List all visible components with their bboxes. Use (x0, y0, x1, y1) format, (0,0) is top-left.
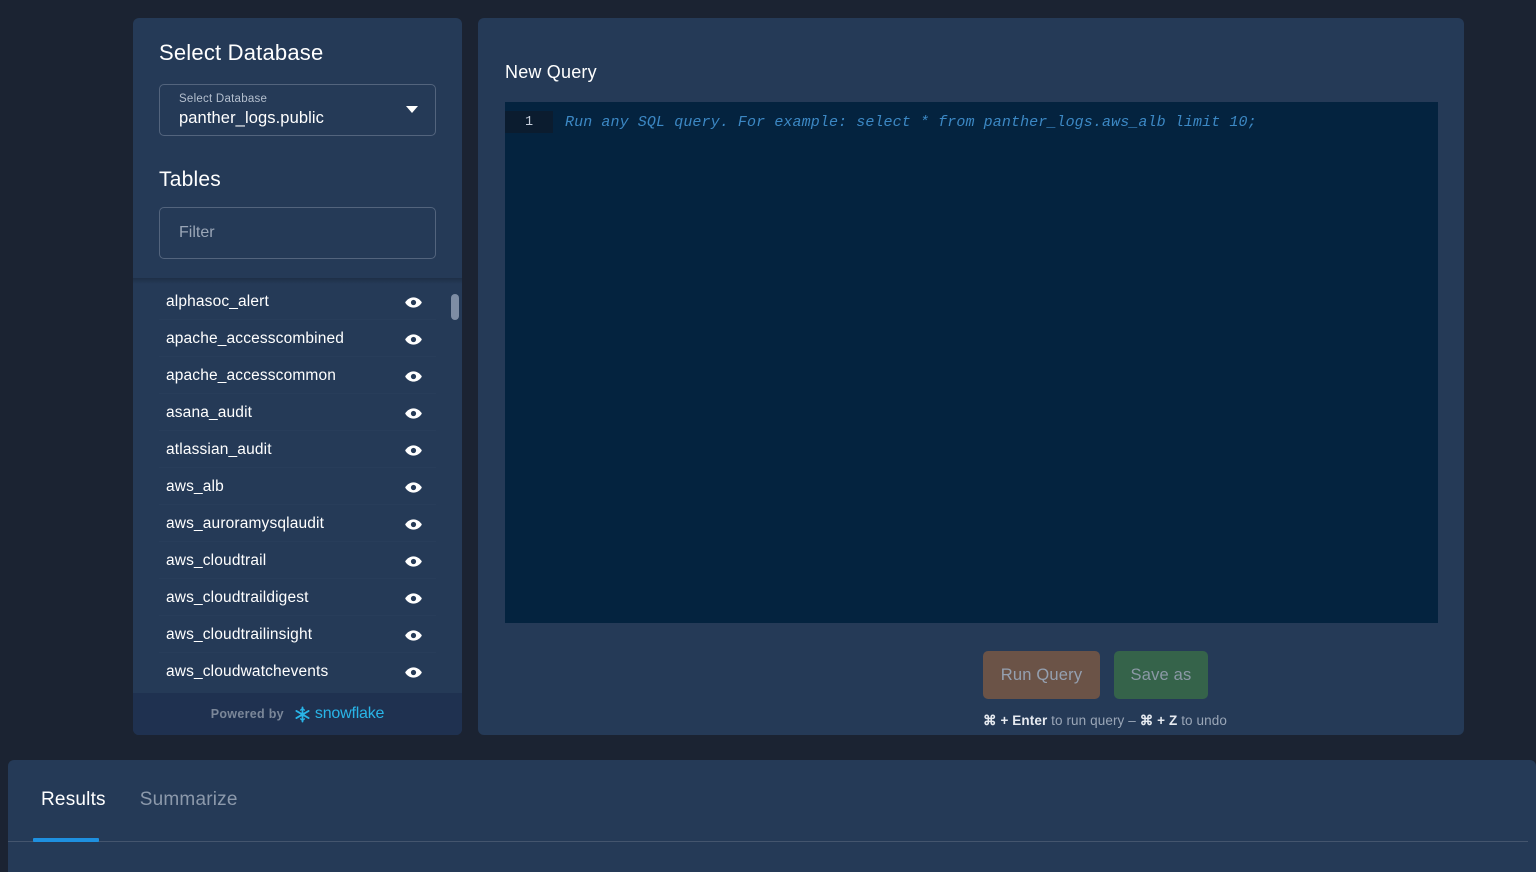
table-name: aws_alb (159, 478, 224, 496)
eye-icon (404, 330, 423, 349)
eye-icon (404, 404, 423, 423)
table-row[interactable]: asana_audit (159, 395, 436, 432)
preview-table-button[interactable] (403, 551, 423, 571)
table-name: asana_audit (159, 404, 252, 422)
table-row[interactable]: apache_accesscombined (159, 321, 436, 358)
results-panel: Results Summarize (8, 760, 1536, 872)
tables-heading: Tables (159, 168, 436, 192)
tabs-divider (8, 841, 1528, 842)
table-name: apache_accesscombined (159, 330, 344, 348)
table-name: alphasoc_alert (159, 293, 269, 311)
run-shortcut-key: ⌘ + Enter (983, 713, 1047, 728)
table-list-scrollbar[interactable] (451, 284, 459, 693)
eye-icon (404, 626, 423, 645)
preview-table-button[interactable] (403, 440, 423, 460)
preview-table-button[interactable] (403, 403, 423, 423)
results-tabs: Results Summarize (41, 789, 238, 815)
table-row[interactable]: alphasoc_alert (159, 284, 436, 321)
run-shortcut-text: to run query – (1047, 713, 1139, 728)
table-list[interactable]: alphasoc_alert apache_accesscombinedapach… (133, 284, 462, 693)
eye-icon (404, 552, 423, 571)
undo-shortcut-text: to undo (1177, 713, 1227, 728)
preview-table-button[interactable] (403, 625, 423, 645)
table-row[interactable]: aws_cloudtrail (159, 543, 436, 580)
tab-results[interactable]: Results (41, 789, 106, 815)
powered-by-label: Powered by (211, 707, 284, 721)
table-name: aws_cloudtrailinsight (159, 626, 312, 644)
preview-table-button[interactable] (403, 366, 423, 386)
editor-line-1: 1 Run any SQL query. For example: select… (505, 111, 1438, 133)
query-builder-page: Select Database Select Database panther_… (0, 0, 1536, 872)
sql-editor-placeholder: Run any SQL query. For example: select *… (565, 114, 1257, 131)
database-select-label: Select Database (179, 92, 421, 106)
preview-table-button[interactable] (403, 662, 423, 682)
eye-icon (404, 515, 423, 534)
database-select[interactable]: Select Database panther_logs.public (159, 84, 436, 136)
eye-icon (404, 441, 423, 460)
database-panel: Select Database Select Database panther_… (133, 18, 462, 735)
table-name: aws_auroramysqlaudit (159, 515, 324, 533)
eye-icon (404, 589, 423, 608)
active-tab-indicator (33, 838, 99, 842)
table-name: atlassian_audit (159, 441, 272, 459)
snowflake-icon (293, 705, 312, 724)
preview-table-button[interactable] (403, 329, 423, 349)
database-panel-header: Select Database Select Database panther_… (133, 18, 462, 259)
preview-table-button[interactable] (403, 514, 423, 534)
snowflake-logo: snowflake (293, 705, 384, 724)
table-row[interactable]: aws_alb (159, 469, 436, 506)
database-select-value: panther_logs.public (179, 106, 421, 130)
query-title: New Query (505, 62, 597, 83)
table-row[interactable]: aws_cloudtraildigest (159, 580, 436, 617)
preview-table-button[interactable] (403, 588, 423, 608)
table-name: aws_cloudtrail (159, 552, 266, 570)
eye-icon (404, 293, 423, 312)
undo-shortcut-key: ⌘ + Z (1140, 713, 1178, 728)
preview-table-button[interactable] (403, 477, 423, 497)
table-row[interactable]: aws_cloudwatchevents (159, 654, 436, 691)
panel-footer: Powered by snowflake (133, 693, 462, 735)
table-filter-input[interactable] (159, 207, 436, 259)
table-row[interactable]: aws_cloudtrailinsight (159, 617, 436, 654)
eye-icon (404, 367, 423, 386)
page-title: Select Database (159, 40, 436, 66)
table-row[interactable]: apache_accesscommon (159, 358, 436, 395)
save-as-button[interactable]: Save as (1114, 651, 1208, 699)
table-list-scroll-thumb[interactable] (451, 294, 459, 320)
query-actions: Run Query Save as (983, 651, 1208, 699)
table-row[interactable]: atlassian_audit (159, 432, 436, 469)
tab-summarize[interactable]: Summarize (140, 789, 238, 815)
snowflake-wordmark: snowflake (315, 705, 384, 723)
eye-icon (404, 663, 423, 682)
sql-editor[interactable]: 1 Run any SQL query. For example: select… (505, 102, 1438, 623)
keyboard-shortcut-hint: ⌘ + Enter to run query – ⌘ + Z to undo (983, 713, 1227, 729)
table-name: aws_cloudtraildigest (159, 589, 309, 607)
query-panel: New Query 1 Run any SQL query. For examp… (478, 18, 1464, 735)
editor-line-number: 1 (505, 111, 553, 133)
run-query-button[interactable]: Run Query (983, 651, 1100, 699)
chevron-down-icon (406, 106, 418, 113)
table-row[interactable]: aws_auroramysqlaudit (159, 506, 436, 543)
table-name: apache_accesscommon (159, 367, 336, 385)
preview-table-button[interactable] (403, 292, 423, 312)
table-name: aws_cloudwatchevents (159, 663, 328, 681)
eye-icon (404, 478, 423, 497)
